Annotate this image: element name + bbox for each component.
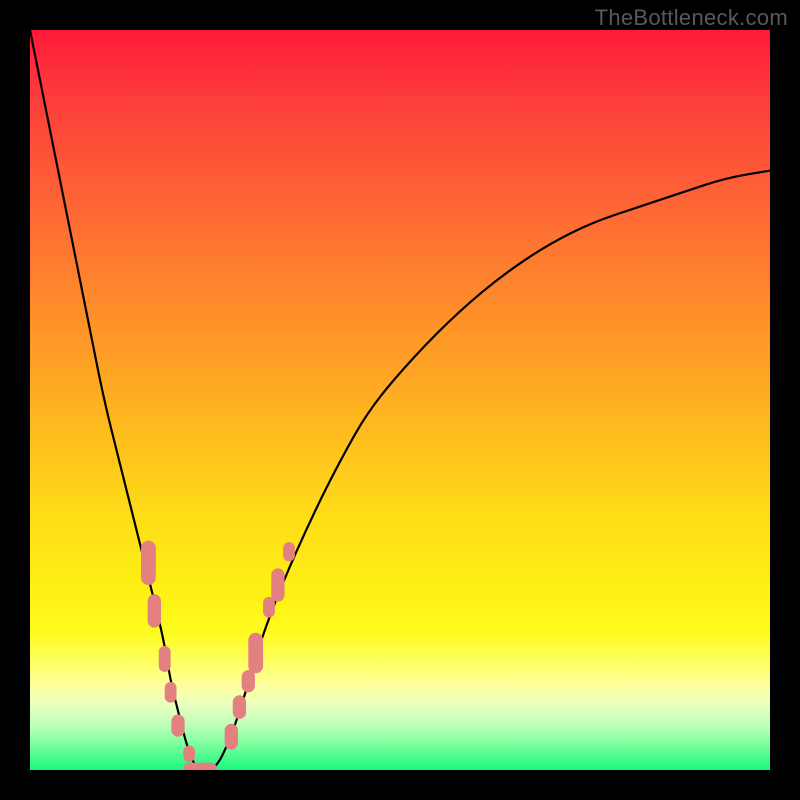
watermark-text: TheBottleneck.com	[595, 5, 788, 31]
data-marker	[165, 682, 177, 703]
data-marker	[225, 724, 238, 750]
data-marker	[171, 715, 184, 737]
chart-svg-layer	[30, 30, 770, 770]
data-marker	[242, 670, 255, 692]
data-marker	[248, 633, 263, 674]
data-marker	[141, 541, 156, 585]
bottleneck-curve	[30, 30, 770, 770]
data-markers	[141, 541, 295, 770]
data-marker	[283, 542, 295, 561]
chart-frame: TheBottleneck.com	[0, 0, 800, 800]
data-marker	[263, 597, 275, 618]
data-marker	[271, 568, 284, 601]
plot-area	[30, 30, 770, 770]
data-marker	[233, 695, 246, 719]
data-marker	[148, 594, 161, 627]
data-marker	[184, 763, 217, 770]
data-marker	[183, 746, 195, 762]
data-marker	[159, 646, 171, 672]
